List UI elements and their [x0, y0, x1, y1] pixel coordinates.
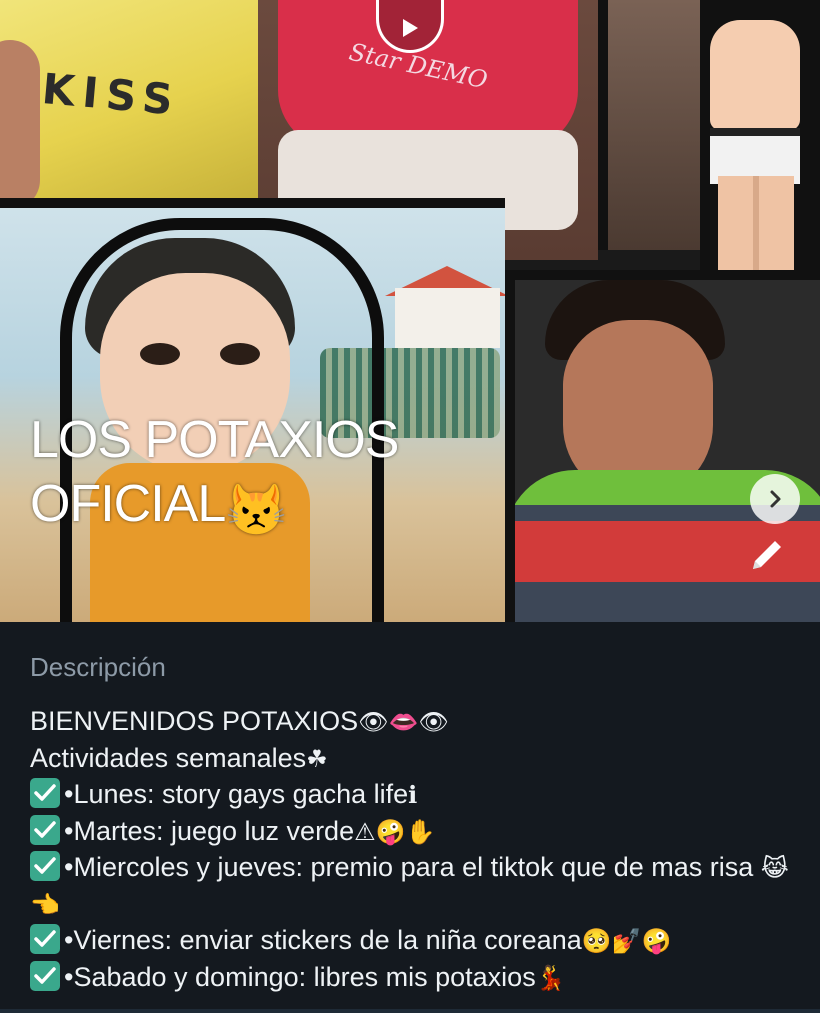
- warning-emoji: ⚠🤪✋: [354, 817, 436, 846]
- doll-right-eye: [220, 343, 260, 365]
- description-section: Descripción BIENVENIDOS POTAXIOS👁👄👁 Acti…: [0, 622, 820, 1013]
- next-photo-button[interactable]: [750, 474, 800, 524]
- arm-shape: [0, 40, 40, 198]
- chevron-right-icon: [770, 490, 781, 508]
- description-line: •Sabado y domingo: libres mis potaxios💃: [30, 960, 810, 997]
- line-text: •Martes: juego luz verde: [64, 815, 355, 846]
- line-text: •Sabado y domingo: libres mis potaxios: [64, 961, 536, 992]
- bottom-divider: [0, 1009, 820, 1013]
- dancer-emoji: 💃: [535, 963, 566, 992]
- check-mark-icon: [30, 924, 60, 954]
- check-mark-icon: [30, 778, 60, 808]
- house-shape: [395, 288, 500, 348]
- check-mark-icon: [30, 851, 60, 881]
- pouting-cat-emoji: 😾: [225, 482, 287, 538]
- edit-button[interactable]: [742, 530, 792, 580]
- description-text: BIENVENIDOS POTAXIOS👁👄👁 Actividades sema…: [30, 704, 810, 996]
- info-emoji: ℹ: [408, 781, 418, 809]
- line-text: •Viernes: enviar stickers de la niña cor…: [64, 925, 582, 955]
- description-line: Actividades semanales☘: [30, 741, 810, 778]
- eyes-lips-emoji: 👁👄👁: [358, 708, 449, 736]
- pleading-emoji: 🥺💅🤪: [581, 927, 672, 955]
- description-line: •Miercoles y jueves: premio para el tikt…: [30, 850, 810, 923]
- group-name: LOS POTAXIOS OFICIAL😾: [30, 408, 510, 542]
- line-text: •Miercoles y jueves: premio para el tikt…: [64, 852, 754, 882]
- check-mark-icon: [30, 814, 60, 845]
- description-line: •Lunes: story gays gacha lifeℹ: [30, 777, 810, 814]
- shamrock-emoji: ☘: [306, 744, 328, 773]
- collage-photo-kiss-shirt: KISS: [0, 0, 268, 208]
- line-text: BIENVENIDOS POTAXIOS: [30, 706, 359, 736]
- play-icon: [403, 19, 418, 37]
- pencil-icon: [753, 541, 781, 569]
- doll-left-eye: [140, 343, 180, 365]
- line-text: Actividades semanales: [30, 742, 307, 773]
- description-label: Descripción: [30, 652, 166, 682]
- description-line: •Martes: juego luz verde⚠🤪✋: [30, 814, 810, 851]
- group-name-line-2: OFICIAL: [30, 475, 226, 533]
- gacha-body: [710, 20, 800, 130]
- description-line: •Viernes: enviar stickers de la niña cor…: [30, 923, 810, 960]
- group-name-line-1: LOS POTAXIOS: [30, 411, 399, 469]
- group-cover-collage[interactable]: KISS Star DEMO LOS POTAXIOS OFICIAL😾: [0, 0, 820, 622]
- description-line: BIENVENIDOS POTAXIOS👁👄👁: [30, 704, 810, 741]
- check-mark-icon: [30, 960, 60, 991]
- kiss-shirt-text: KISS: [40, 64, 183, 125]
- line-text: •Lunes: story gays gacha life: [64, 779, 409, 809]
